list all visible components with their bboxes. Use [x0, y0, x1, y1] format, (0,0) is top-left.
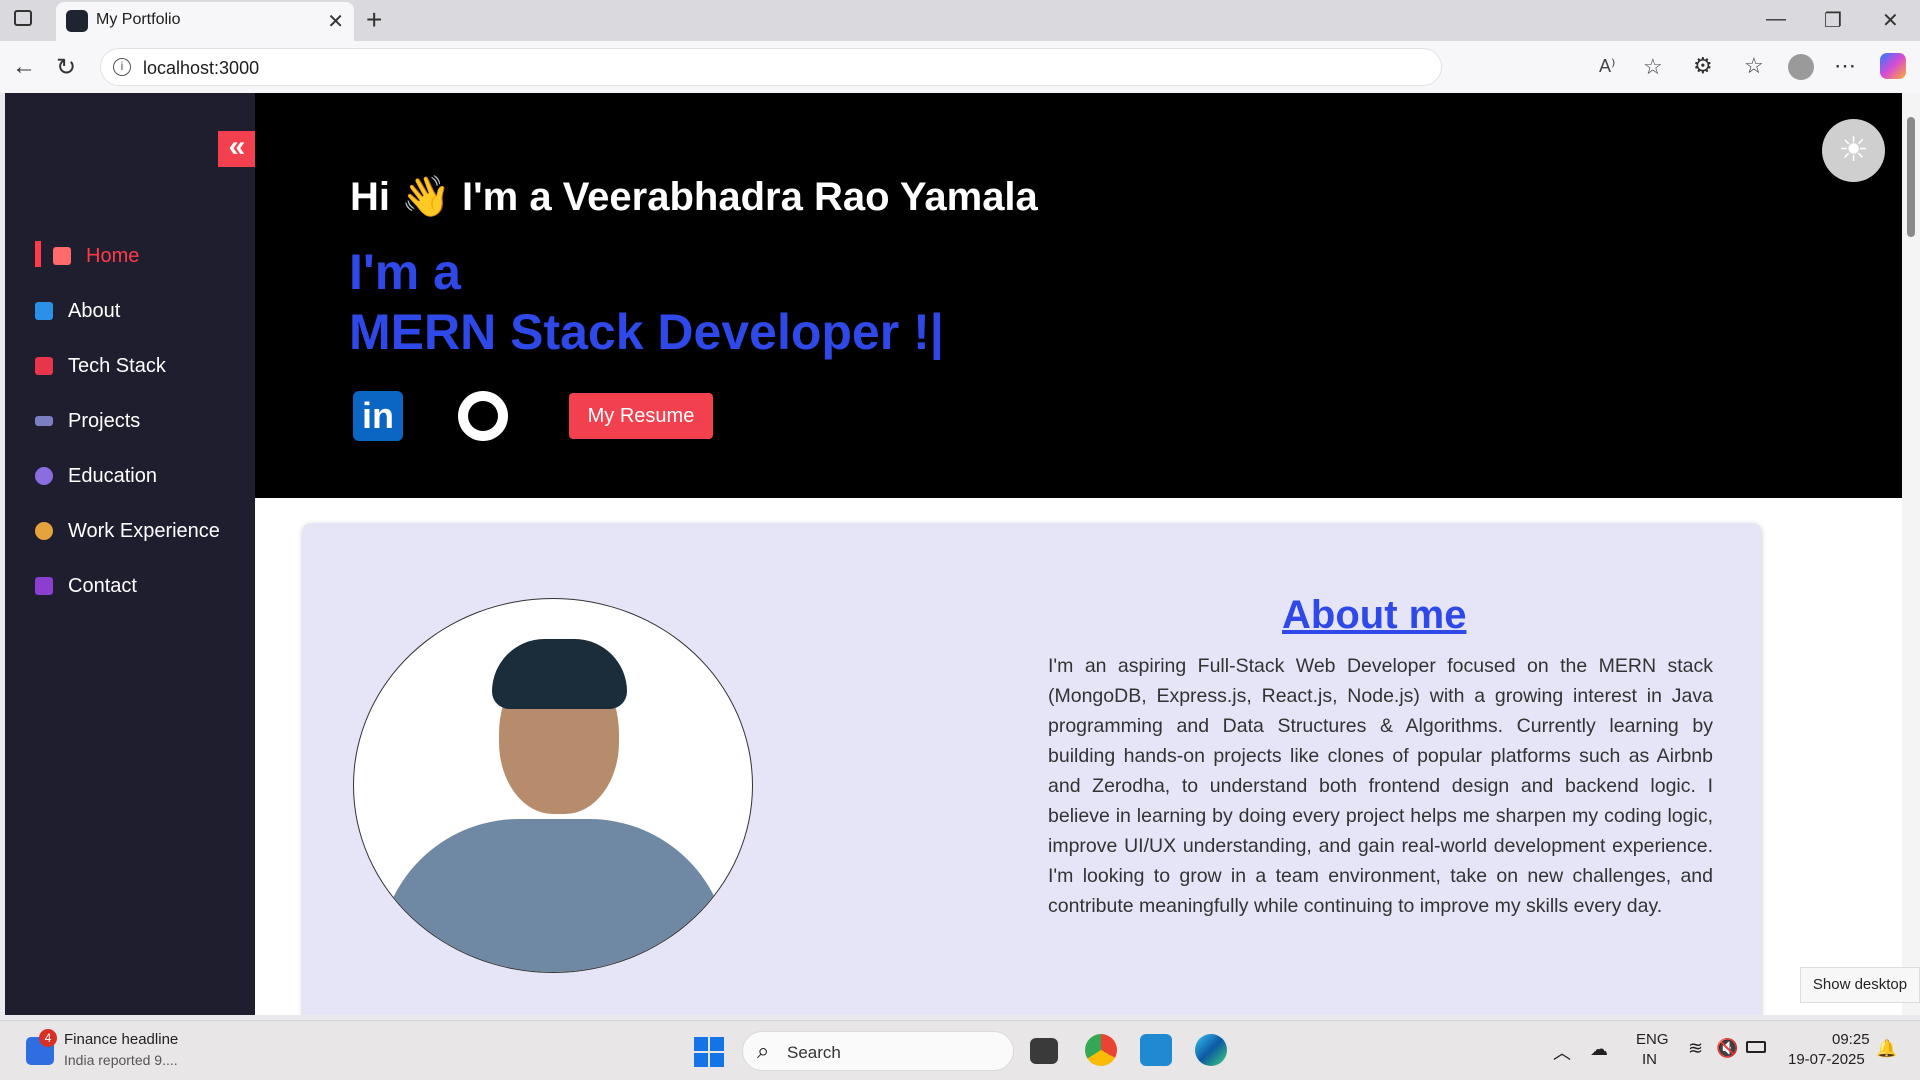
battery-icon[interactable] [1746, 1041, 1766, 1053]
vscode-icon[interactable] [1140, 1034, 1172, 1066]
news-badge: 4 [39, 1029, 57, 1047]
about-title: About me [1282, 593, 1467, 637]
work-icon [35, 522, 53, 540]
home-icon [53, 247, 71, 265]
tab-title: My Portfolio [96, 11, 181, 28]
browser-titlebar: My Portfolio ✕ + — ❐ ✕ [0, 0, 1920, 41]
sidebar-item-contact[interactable]: Contact [35, 571, 137, 601]
sidebar-item-about[interactable]: About [35, 296, 120, 326]
sidebar-item-education[interactable]: Education [35, 461, 157, 491]
sidebar-item-work-experience[interactable]: Work Experience [35, 516, 220, 546]
chrome-icon[interactable] [1085, 1034, 1117, 1066]
new-tab-button[interactable]: + [366, 4, 382, 36]
taskbar-search[interactable]: ⌕ Search [742, 1031, 1014, 1071]
copilot-icon[interactable] [1880, 53, 1906, 79]
sidebar-toggle-icon[interactable] [14, 10, 32, 26]
window-close-button[interactable]: ✕ [1882, 8, 1899, 33]
minimize-button[interactable]: — [1766, 8, 1786, 31]
restore-button[interactable]: ❐ [1824, 8, 1842, 33]
contact-icon [35, 577, 53, 595]
show-desktop-tooltip: Show desktop [1800, 967, 1920, 1003]
collapse-sidebar-button[interactable]: « [218, 131, 256, 167]
site-info-icon[interactable]: i [113, 58, 131, 76]
clock-date[interactable]: 19-07-2025 [1788, 1051, 1865, 1068]
news-headline[interactable]: Finance headline [64, 1031, 178, 1048]
linkedin-icon[interactable]: in [353, 391, 403, 441]
volume-icon[interactable]: 🔇 [1716, 1038, 1738, 1059]
language-line2[interactable]: IN [1642, 1051, 1657, 1068]
profile-photo [353, 598, 753, 973]
favorite-star-icon[interactable]: ☆ [1643, 54, 1663, 80]
active-indicator [35, 241, 41, 267]
read-aloud-icon[interactable]: A⁾ [1599, 56, 1615, 77]
more-options-icon[interactable]: ⋯ [1834, 53, 1856, 79]
web-page: « Home About Tech Stack Projects Educati… [5, 93, 1920, 1015]
browser-toolbar: ← ↻ i localhost:3000 A⁾ ☆ ⚙ ☆ ⋯ [0, 41, 1920, 93]
browser-tab[interactable]: My Portfolio ✕ [56, 2, 354, 41]
hero-role-line1: I'm a [349, 244, 461, 300]
profile-avatar[interactable] [1788, 54, 1814, 80]
sidebar: « Home About Tech Stack Projects Educati… [5, 93, 256, 1015]
hero-section: Hi 👋 I'm a Veerabhadra Rao Yamala I'm a … [255, 93, 1902, 498]
refresh-icon[interactable]: ↻ [56, 53, 76, 82]
extensions-icon[interactable]: ⚙ [1693, 53, 1713, 79]
back-icon[interactable]: ← [12, 53, 36, 81]
address-bar[interactable]: i localhost:3000 A⁾ ☆ [100, 48, 1663, 86]
tools-icon [35, 357, 53, 375]
education-icon [35, 467, 53, 485]
sidebar-item-label: Contact [68, 574, 137, 597]
hero-role-typewriter: MERN Stack Developer !| [349, 304, 944, 360]
scrollbar-thumb[interactable] [1907, 117, 1915, 237]
about-description: I'm an aspiring Full-Stack Web Developer… [1048, 655, 1713, 917]
taskbar: 4 Finance headline India reported 9.... … [0, 1020, 1920, 1080]
sidebar-item-label: About [68, 299, 121, 322]
file-explorer-icon[interactable] [1030, 1038, 1058, 1064]
sidebar-item-label: Projects [68, 409, 141, 432]
tab-close-icon[interactable]: ✕ [327, 9, 344, 34]
about-section: About me I'm an aspiring Full-Stack Web … [303, 523, 1761, 1015]
resume-button[interactable]: My Resume [569, 393, 713, 439]
info-icon [35, 302, 53, 320]
sidebar-item-projects[interactable]: Projects [35, 406, 140, 436]
sidebar-item-label: Home [86, 244, 140, 267]
onedrive-icon[interactable]: ☁ [1590, 1039, 1608, 1060]
start-button[interactable] [694, 1037, 724, 1067]
tray-expand-icon[interactable]: ︿ [1553, 1039, 1571, 1065]
url-text[interactable]: localhost:3000 [143, 58, 259, 79]
hero-greeting: Hi 👋 I'm a Veerabhadra Rao Yamala [350, 175, 1038, 219]
projects-icon [35, 416, 53, 426]
sidebar-item-label: Education [68, 464, 157, 487]
page-scrollbar[interactable] [1902, 93, 1920, 1015]
wifi-icon[interactable]: ≋ [1688, 1038, 1703, 1059]
clock-time[interactable]: 09:25 [1832, 1031, 1870, 1048]
language-line1[interactable]: ENG [1636, 1031, 1669, 1048]
github-icon[interactable] [458, 391, 508, 441]
search-placeholder: Search [787, 1043, 841, 1062]
sidebar-item-tech-stack[interactable]: Tech Stack [35, 351, 166, 381]
favorites-icon[interactable]: ☆ [1744, 53, 1764, 79]
react-favicon-icon [66, 10, 88, 32]
sidebar-item-home[interactable]: Home [35, 241, 139, 271]
sidebar-item-label: Tech Stack [68, 354, 166, 377]
theme-toggle-sun-icon[interactable]: ☀ [1822, 119, 1885, 182]
search-icon: ⌕ [757, 1038, 770, 1063]
edge-icon[interactable] [1195, 1034, 1227, 1066]
notifications-icon[interactable]: 🔔 [1876, 1039, 1897, 1059]
sidebar-item-label: Work Experience [68, 519, 220, 542]
news-subtitle[interactable]: India reported 9.... [64, 1052, 178, 1068]
